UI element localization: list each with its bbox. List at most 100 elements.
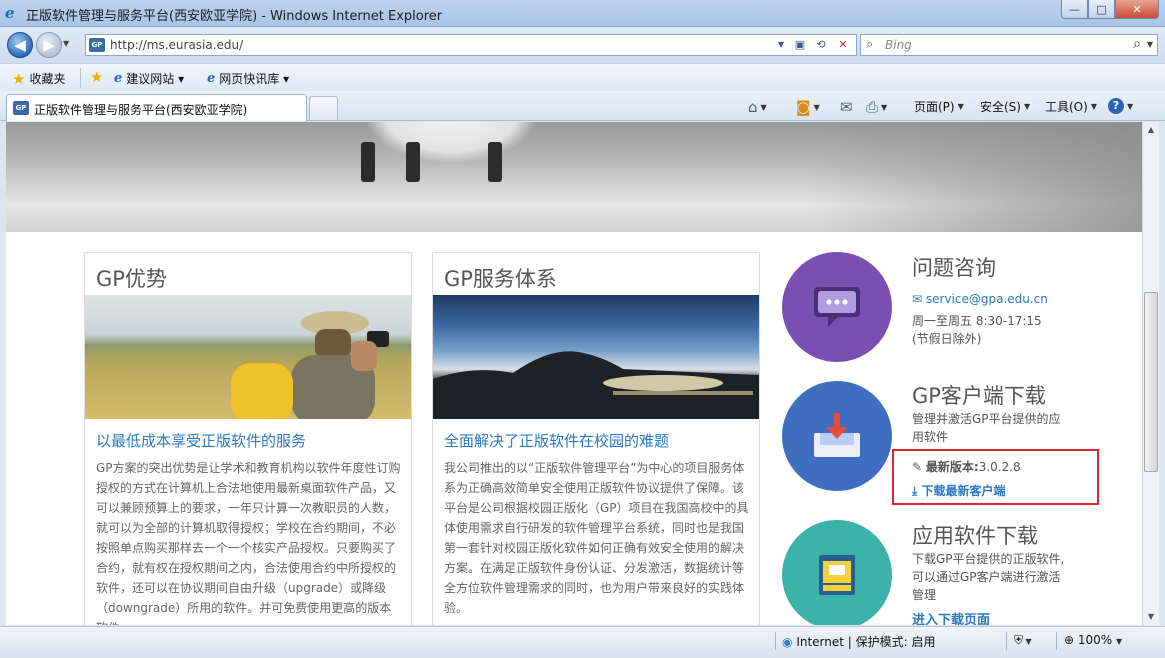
consult-email-row[interactable]: ✉ service@gpa.edu.cn <box>912 290 1048 308</box>
tools-menu[interactable]: 工具(O) ▼ <box>1045 98 1097 115</box>
chevron-down-icon: ▼ <box>760 102 767 112</box>
gp-advantage-card: GP优势 以最低成本享受正版软件的服务 GP方案的突出优势是让学术和教育机构以软… <box>84 252 412 625</box>
safety-menu-label: 安全(S) <box>980 100 1021 114</box>
email-icon: ✉ <box>912 292 926 306</box>
security-zone[interactable]: ◉ Internet | 保护模式: 启用 <box>782 633 936 650</box>
scroll-thumb[interactable] <box>1144 292 1158 472</box>
active-tab[interactable]: GP 正版软件管理与服务平台(西安欧亚学院) <box>6 94 307 121</box>
favorites-bar: ★ 收藏夹 ★ e 建议网站 ▾ e 网页快讯库 ▾ <box>0 63 1165 91</box>
software-box-icon <box>819 555 855 595</box>
tab-bar: GP 正版软件管理与服务平台(西安欧亚学院) ⌂ ▼ ◙ ▼ ✉ ⎙ ▼ 页面(P) ▼… <box>0 91 1165 121</box>
chevron-down-icon: ▼ <box>881 102 888 112</box>
chevron-down-icon: ▼ <box>957 102 964 111</box>
feeds-button[interactable]: ◙ ▼ <box>796 98 820 116</box>
card-body: GP方案的突出优势是让学术和教育机构以软件年度性订购授权的方式在计算机上合法地使… <box>96 461 401 625</box>
mail-icon: ✉ <box>840 98 853 116</box>
zoom-icon: ⊕ <box>1064 633 1075 647</box>
status-divider <box>1006 632 1007 650</box>
refresh-icon[interactable]: ⟲ <box>812 37 830 53</box>
banner-shadow <box>806 122 1142 232</box>
bear-leg-shape <box>406 142 420 182</box>
search-dropdown-icon[interactable]: ▼ <box>1147 40 1153 49</box>
compatibility-view-icon[interactable]: ▣ <box>791 37 809 53</box>
consult-circle <box>782 252 892 362</box>
address-url[interactable]: http://ms.eurasia.edu/ <box>110 38 243 52</box>
search-provider-icon: ⌕ <box>866 37 874 52</box>
client-circle <box>782 381 892 491</box>
site-favicon-icon: GP <box>89 38 105 52</box>
shield-icon: ⛨ <box>1014 633 1024 647</box>
safety-menu[interactable]: 安全(S) ▼ <box>980 98 1030 115</box>
back-arrow-icon: ◀ <box>14 36 26 54</box>
home-button[interactable]: ⌂ ▼ <box>748 98 767 116</box>
card-title: GP优势 <box>96 267 167 291</box>
apps-title: 应用软件下载 <box>912 524 1038 548</box>
zoom-level: 100% <box>1077 633 1113 647</box>
client-title: GP客户端下载 <box>912 384 1046 408</box>
bear-leg-shape <box>361 142 375 182</box>
status-bar: ◉ Internet | 保护模式: 启用 ⛨ ▼ ⊕ 100% ▼ <box>0 626 1165 658</box>
card-subtitle[interactable]: 以最低成本享受正版软件的服务 <box>96 430 306 451</box>
web-slice-gallery-link[interactable]: e 网页快讯库 ▾ <box>207 70 289 87</box>
chevron-down-icon: ▼ <box>813 102 820 112</box>
polar-bear-image <box>366 122 536 162</box>
read-mail-button[interactable]: ✉ <box>840 98 853 116</box>
chat-bubble-icon <box>814 287 860 327</box>
search-icon[interactable]: ⌕ <box>1133 36 1141 52</box>
favorites-button[interactable]: ★ 收藏夹 <box>12 70 65 87</box>
chevron-down-icon: ▼ <box>1090 102 1097 111</box>
globe-icon: ◉ <box>782 635 793 649</box>
chevron-down-icon: ▼ <box>1023 637 1032 646</box>
minimize-button[interactable]: — <box>1061 0 1088 19</box>
vertical-scrollbar[interactable]: ▲ ▼ <box>1142 122 1159 625</box>
help-button[interactable]: ? ▼ <box>1108 98 1133 114</box>
window-title: 正版软件管理与服务平台(西安欧亚学院) - Windows Internet E… <box>26 9 443 24</box>
page-menu[interactable]: 页面(P) ▼ <box>914 98 964 115</box>
banner-image <box>6 122 1142 232</box>
address-bar[interactable]: GP http://ms.eurasia.edu/ ▼ ▣ ⟲ ✕ <box>85 34 857 56</box>
apps-circle <box>782 520 892 625</box>
stop-icon[interactable]: ✕ <box>834 37 852 53</box>
right-column: 问题咨询 ✉ service@gpa.edu.cn 周一至周五 8:30-17:… <box>782 252 1142 625</box>
tab-label: 正版软件管理与服务平台(西安欧亚学院) <box>34 103 248 117</box>
add-favorite-icon: ★ <box>90 68 104 86</box>
web-slice-gallery-label: 网页快讯库 ▾ <box>219 72 290 86</box>
card-subtitle[interactable]: 全面解决了正版软件在校园的难题 <box>444 430 669 451</box>
night-city-image <box>433 295 759 419</box>
maximize-button[interactable]: □ <box>1088 0 1115 19</box>
consult-email[interactable]: service@gpa.edu.cn <box>926 292 1048 306</box>
rss-icon: ◙ <box>796 98 811 116</box>
favorites-label: 收藏夹 <box>29 72 66 86</box>
print-button[interactable]: ⎙ ▼ <box>866 98 887 116</box>
apps-download-link[interactable]: 进入下载页面 <box>912 612 990 625</box>
zoom-button[interactable]: ⊕ 100% ▼ <box>1064 633 1122 647</box>
photographer-image <box>85 295 411 419</box>
protected-mode-button[interactable]: ⛨ ▼ <box>1014 633 1032 648</box>
consult-title: 问题咨询 <box>912 256 996 280</box>
window-controls: — □ ✕ <box>1061 0 1159 20</box>
history-dropdown-icon[interactable]: ▼ <box>63 39 69 48</box>
address-row: ◀ ▶ ▼ GP http://ms.eurasia.edu/ ▼ ▣ ⟲ ✕ … <box>0 27 1165 63</box>
new-tab-button[interactable] <box>309 96 338 120</box>
highlight-box <box>892 449 1099 505</box>
scroll-up-icon[interactable]: ▲ <box>1143 122 1159 138</box>
chevron-down-icon: ▼ <box>1127 101 1134 111</box>
home-icon: ⌂ <box>748 98 758 116</box>
ie-page-icon: e <box>114 71 123 86</box>
suggested-sites-link[interactable]: e 建议网站 ▾ <box>114 70 184 87</box>
consult-hours: 周一至周五 8:30-17:15 <box>912 314 1042 328</box>
scroll-down-icon[interactable]: ▼ <box>1143 609 1159 625</box>
page-viewport: GP优势 以最低成本享受正版软件的服务 GP方案的突出优势是让学术和教育机构以软… <box>6 122 1142 625</box>
title-bar: e 正版软件管理与服务平台(西安欧亚学院) - Windows Internet… <box>0 0 1165 27</box>
photographer-illustration <box>231 311 389 419</box>
tools-menu-label: 工具(O) <box>1045 100 1088 114</box>
back-button[interactable]: ◀ <box>7 32 33 58</box>
add-favorite-button[interactable]: ★ <box>90 68 104 86</box>
search-placeholder[interactable]: Bing <box>885 38 912 52</box>
favorites-divider <box>80 68 81 88</box>
search-box[interactable]: ⌕ Bing ⌕ ▼ <box>860 34 1158 56</box>
address-dropdown-icon[interactable]: ▼ <box>772 37 790 53</box>
bear-leg-shape <box>488 142 502 182</box>
close-button[interactable]: ✕ <box>1115 0 1159 19</box>
forward-button[interactable]: ▶ <box>36 32 62 58</box>
